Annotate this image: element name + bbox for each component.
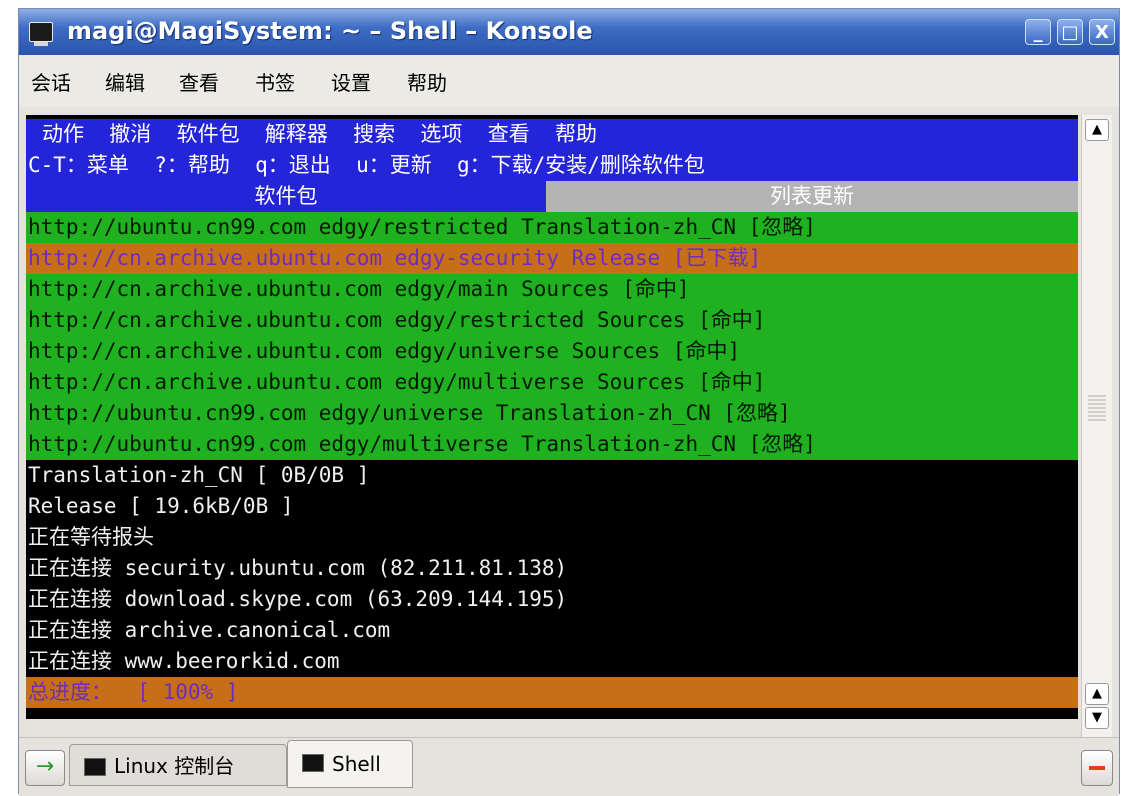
log-line: 正在等待报头 <box>26 522 1078 553</box>
menu-help[interactable]: 帮助 <box>407 67 447 96</box>
log-line: 正在连接 download.skype.com (63.209.144.195) <box>26 584 1078 615</box>
source-line: http://cn.archive.ubuntu.com edgy/multiv… <box>26 367 1078 398</box>
minimize-button[interactable]: _ <box>1025 19 1051 45</box>
menu-settings[interactable]: 设置 <box>331 67 371 96</box>
aptitude-shortcut-line: C-T：菜单 ?：帮助 q：退出 u：更新 g：下载/安装/删除软件包 <box>26 150 1078 181</box>
terminal-area[interactable]: 动作 撤消 软件包 解释器 搜索 选项 查看 帮助 C-T：菜单 ?：帮助 q：… <box>26 115 1078 719</box>
source-line: http://ubuntu.cn99.com edgy/universe Tra… <box>26 398 1078 429</box>
log-line: 正在连接 www.beerorkid.com <box>26 646 1078 677</box>
terminal-icon <box>84 758 106 776</box>
log-line: Translation-zh_CN [ 0B/0B ] <box>26 460 1078 491</box>
new-session-arrow-icon[interactable]: → <box>25 750 65 786</box>
menu-bar: 会话 编辑 查看 书签 设置 帮助 <box>19 55 1119 107</box>
terminal-icon <box>302 754 324 772</box>
menu-edit[interactable]: 编辑 <box>105 67 145 96</box>
close-session-icon[interactable] <box>1081 750 1113 786</box>
tab-linux-console[interactable]: Linux 控制台 <box>69 744 287 786</box>
menu-session[interactable]: 会话 <box>31 67 71 96</box>
total-progress-line: 总进度： [ 100% ] <box>26 677 1078 708</box>
scroll-down-arrow-icon[interactable]: ▼ <box>1085 707 1109 729</box>
source-line: http://cn.archive.ubuntu.com edgy/univer… <box>26 336 1078 367</box>
source-line: http://cn.archive.ubuntu.com edgy/restri… <box>26 305 1078 336</box>
tab-shell[interactable]: Shell <box>287 740 413 788</box>
source-line: http://cn.archive.ubuntu.com edgy-securi… <box>26 243 1078 274</box>
tab-list-update[interactable]: 列表更新 <box>546 181 1078 212</box>
tab-packages[interactable]: 软件包 <box>26 181 546 212</box>
close-button[interactable]: X <box>1089 19 1115 45</box>
konsole-window: magi@MagiSystem: ~ – Shell – Konsole _ □… <box>18 8 1120 796</box>
log-line: 正在连接 security.ubuntu.com (82.211.81.138) <box>26 553 1078 584</box>
aptitude-tab-row: 软件包 列表更新 <box>26 181 1078 212</box>
vertical-scrollbar[interactable]: ▲ ▲ ▼ <box>1081 115 1112 739</box>
window-title: magi@MagiSystem: ~ – Shell – Konsole <box>67 17 593 45</box>
terminal-icon[interactable] <box>29 22 53 46</box>
scroll-up-arrow-icon[interactable]: ▲ <box>1085 683 1109 705</box>
source-line: http://ubuntu.cn99.com edgy/restricted T… <box>26 212 1078 243</box>
source-line: http://cn.archive.ubuntu.com edgy/main S… <box>26 274 1078 305</box>
menu-bookmarks[interactable]: 书签 <box>255 67 295 96</box>
tab-label: Shell <box>332 752 381 776</box>
maximize-button[interactable]: □ <box>1057 19 1083 45</box>
scrollbar-grip[interactable] <box>1088 395 1106 421</box>
title-bar[interactable]: magi@MagiSystem: ~ – Shell – Konsole _ □… <box>19 9 1119 55</box>
log-line: Release [ 19.6kB/0B ] <box>26 491 1078 522</box>
source-line: http://ubuntu.cn99.com edgy/multiverse T… <box>26 429 1078 460</box>
aptitude-menu-line[interactable]: 动作 撤消 软件包 解释器 搜索 选项 查看 帮助 <box>26 119 1078 150</box>
log-line: 正在连接 archive.canonical.com <box>26 615 1078 646</box>
session-tab-bar: → Linux 控制台 Shell <box>19 737 1119 796</box>
scroll-up-arrow-icon[interactable]: ▲ <box>1085 119 1109 141</box>
tab-label: Linux 控制台 <box>114 754 235 778</box>
menu-view[interactable]: 查看 <box>179 67 219 96</box>
